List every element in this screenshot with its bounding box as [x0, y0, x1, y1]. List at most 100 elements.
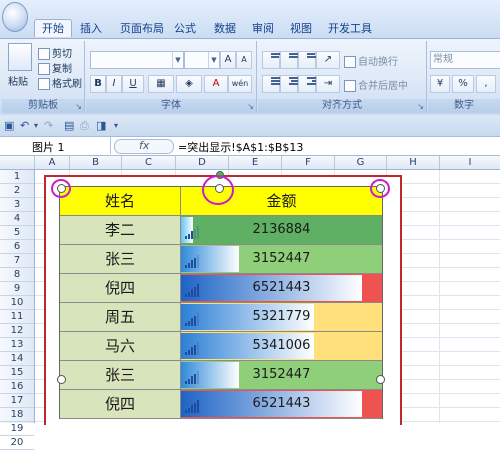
row-header[interactable]: 17	[0, 394, 34, 408]
column-header[interactable]: E	[229, 156, 282, 169]
bold-button[interactable]: B	[90, 75, 106, 93]
table-row: 倪四 6521443	[60, 274, 382, 303]
chevron-down-icon[interactable]: ▾	[34, 121, 38, 130]
row-header[interactable]: 15	[0, 366, 34, 380]
dialog-launcher-icon[interactable]: ↘	[417, 102, 424, 111]
comma-button[interactable]: ,	[476, 75, 496, 93]
paste-button[interactable]: 粘贴	[8, 73, 28, 88]
redo-icon[interactable]: ↷	[44, 119, 53, 132]
row-header[interactable]: 13	[0, 338, 34, 352]
dialog-launcher-icon[interactable]: ↘	[75, 102, 82, 111]
row-header[interactable]: 6	[0, 240, 34, 254]
fill-color-button[interactable]: ◈	[176, 75, 202, 93]
column-header[interactable]: G	[335, 156, 387, 169]
indent-button[interactable]: ⇥	[316, 75, 340, 93]
name-box[interactable]: 图片 1	[0, 137, 111, 154]
column-header[interactable]: A	[35, 156, 70, 169]
row-header[interactable]: 9	[0, 282, 34, 296]
column-header[interactable]: B	[70, 156, 122, 169]
align-bottom-button[interactable]	[298, 51, 321, 69]
row-header[interactable]: 7	[0, 254, 34, 268]
align-top-button[interactable]	[262, 51, 285, 69]
row-header[interactable]: 1	[0, 170, 34, 184]
print-icon[interactable]: ⎙	[80, 119, 89, 133]
amount-cell: 6521443	[181, 390, 382, 418]
select-all-corner[interactable]	[0, 156, 35, 169]
tab-page-layout[interactable]: 页面布局	[118, 20, 166, 37]
font-size-select[interactable]: ▼	[184, 51, 220, 69]
quick-access-toolbar: ▣ ↶ ▾ ↷ ▤ ⎙ ◨ ▾	[0, 115, 500, 137]
office-button[interactable]	[2, 2, 28, 32]
number-group-label: 数字	[428, 99, 500, 113]
row-header[interactable]: 2	[0, 184, 34, 198]
align-center-button[interactable]	[280, 75, 303, 93]
percent-button[interactable]: %	[452, 75, 474, 93]
tab-developer[interactable]: 开发工具	[326, 20, 374, 37]
column-header[interactable]: C	[122, 156, 176, 169]
tab-insert[interactable]: 插入	[78, 20, 104, 37]
wrap-text-button[interactable]: 自动换行	[344, 53, 398, 68]
row-header[interactable]: 8	[0, 268, 34, 282]
borders-button[interactable]: ▦	[148, 75, 174, 93]
highlight-circle	[202, 175, 234, 205]
phonetic-button[interactable]: wén	[228, 75, 252, 93]
row-header[interactable]: 19	[0, 422, 34, 436]
formula-input[interactable]: =突出显示!$A$1:$B$13	[178, 139, 303, 155]
row-header[interactable]: 5	[0, 226, 34, 240]
align-left-button[interactable]	[262, 75, 285, 93]
copy-button[interactable]: 复制	[38, 60, 72, 75]
row-header[interactable]: 18	[0, 408, 34, 422]
format-painter-button[interactable]: 格式刷	[38, 75, 82, 90]
row-header[interactable]: 11	[0, 310, 34, 324]
column-header[interactable]: D	[176, 156, 229, 169]
tab-home[interactable]: 开始	[34, 19, 72, 37]
sort-icon[interactable]: ◨	[96, 119, 106, 132]
row-header[interactable]: 12	[0, 324, 34, 338]
row-header[interactable]: 16	[0, 380, 34, 394]
row-header[interactable]: 20	[0, 436, 34, 450]
save-icon[interactable]: ▣	[4, 119, 14, 132]
camera-icon[interactable]: ▤	[64, 119, 74, 132]
font-family-select[interactable]: ▼	[90, 51, 184, 69]
tab-review[interactable]: 审阅	[250, 20, 276, 37]
number-format-select[interactable]: 常规	[430, 51, 500, 69]
align-right-button[interactable]	[298, 75, 321, 93]
merge-center-button[interactable]: 合并后居中	[344, 77, 408, 92]
tab-view[interactable]: 视图	[288, 20, 314, 37]
amount-cell: 5341006	[181, 332, 382, 360]
row-header[interactable]: 10	[0, 296, 34, 310]
shrink-font-button[interactable]: A	[236, 51, 252, 69]
table-row: 周五 5321779	[60, 303, 382, 332]
row-header[interactable]: 14	[0, 352, 34, 366]
font-color-button[interactable]: A	[204, 75, 228, 93]
resize-handle-left[interactable]	[57, 375, 66, 384]
row-headers: 1 2 3 4 5 6 7 8 9 10 11 12 13 14 15 16 17 18 19 20	[0, 170, 35, 450]
name-cell: 张三	[60, 361, 181, 389]
orientation-button[interactable]: ↗	[316, 51, 340, 69]
column-header[interactable]: I	[440, 156, 500, 169]
align-middle-button[interactable]	[280, 51, 303, 69]
italic-button[interactable]: I	[106, 75, 122, 93]
insert-function-button[interactable]: fx	[114, 139, 174, 154]
paste-icon[interactable]	[8, 43, 32, 71]
undo-icon[interactable]: ↶	[20, 119, 29, 132]
customize-toolbar-icon[interactable]: ▾	[114, 121, 118, 130]
row-header[interactable]: 3	[0, 198, 34, 212]
tab-formulas[interactable]: 公式	[172, 20, 198, 37]
tab-data[interactable]: 数据	[212, 20, 238, 37]
column-header[interactable]: H	[387, 156, 440, 169]
row-header[interactable]: 4	[0, 212, 34, 226]
underline-button[interactable]: U	[122, 75, 144, 93]
amount-value: 6521443	[252, 396, 311, 411]
currency-button[interactable]: ¥	[430, 75, 450, 93]
grow-font-button[interactable]: A	[220, 51, 236, 69]
cut-button[interactable]: 剪切	[38, 45, 72, 60]
resize-handle-right[interactable]	[376, 375, 385, 384]
clipboard-group-label: 剪贴板	[2, 99, 84, 113]
indent-icon: ⇥	[323, 78, 333, 89]
name-cell: 倪四	[60, 274, 181, 302]
column-header[interactable]: F	[282, 156, 335, 169]
name-header: 姓名	[60, 187, 181, 215]
amount-value: 3152447	[252, 367, 311, 382]
dialog-launcher-icon[interactable]: ↘	[247, 102, 254, 111]
